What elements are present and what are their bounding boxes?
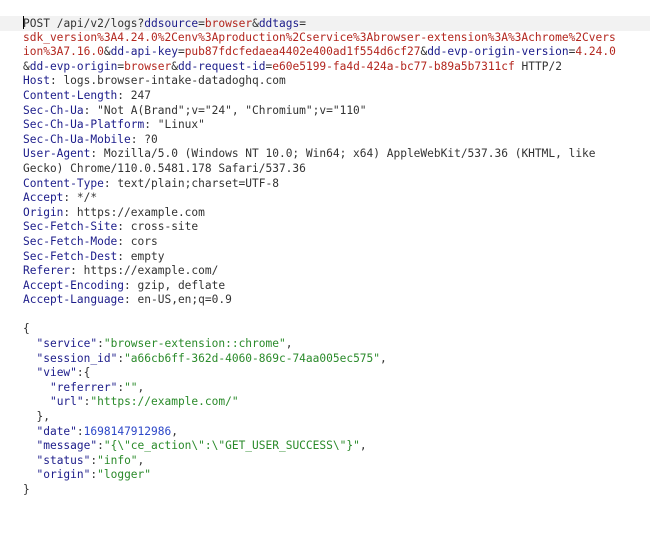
header-value: 247 <box>130 88 151 102</box>
json-key: "origin" <box>36 468 91 482</box>
json-value: "a66cb6ff-362d-4060-869c-74aa005ec575" <box>124 351 381 365</box>
param-value-ddtags-part2: ion%3A7.16.0 <box>23 45 104 59</box>
header-value: cross-site <box>130 220 199 234</box>
param-key-ddtags: ddtags <box>258 17 300 30</box>
json-key: "date" <box>36 424 77 438</box>
header-name: Host <box>23 74 50 88</box>
header-name: Sec-Fetch-Site <box>23 220 118 234</box>
header-accept: Accept: */* <box>23 191 98 205</box>
header-origin: Origin: https://example.com <box>23 205 205 219</box>
json-value: "info" <box>97 453 138 467</box>
param-value-ddtags-part1: sdk_version%3A4.24.0%2Cenv%3Aproduction%… <box>23 30 616 44</box>
param-key-dd-request-id: dd-request-id <box>177 59 266 73</box>
header-name: Accept-Language <box>23 293 125 307</box>
param-value-dd-api-key: pub87fdcfedaea4402e400ad1f554d6cf27 <box>184 45 421 59</box>
header-name: Sec-Fetch-Dest <box>23 249 118 263</box>
header-name: Sec-Fetch-Mode <box>23 234 118 248</box>
json-key: "service" <box>36 337 98 351</box>
header-value: gzip, deflate <box>137 278 226 292</box>
header-host: Host: logs.browser-intake-datadoghq.com <box>23 74 286 88</box>
param-key-dd-evp-origin: dd-evp-origin <box>29 59 118 73</box>
http-request-editor[interactable]: POST /api/v2/logs?ddsource=browser&ddtag… <box>0 0 650 536</box>
json-view-close: }, <box>36 410 50 424</box>
param-value-dd-evp-origin-version: 4.24.0 <box>575 45 616 59</box>
json-key: "message" <box>36 439 98 453</box>
json-key: "referrer" <box>49 380 118 394</box>
request-path: /api/v2/logs? <box>56 17 145 30</box>
header-value: https://example.com <box>76 205 205 219</box>
param-key-ddsource: ddsource <box>144 17 199 30</box>
json-field-status: "status":"info", <box>36 453 145 467</box>
param-key-dd-api-key: dd-api-key <box>110 45 178 59</box>
json-key: "status" <box>36 453 91 467</box>
header-sec-ch-ua: Sec-Ch-Ua: "Not A(Brand";v="24", "Chromi… <box>23 103 367 117</box>
header-sec-fetch-site: Sec-Fetch-Site: cross-site <box>23 220 199 234</box>
header-value: "Not A(Brand";v="24", "Chromium";v="110" <box>97 103 367 117</box>
json-close-brace: } <box>23 483 30 496</box>
json-value: "https://example.com/" <box>90 395 239 409</box>
header-user-agent-continued: Gecko) Chrome/110.0.5481.178 Safari/537.… <box>0 162 650 177</box>
json-value: "{\"ce_action\":\"GET_USER_SUCCESS\"}" <box>103 439 360 453</box>
param-value-dd-request-id: e60e5199-fa4d-424a-bc77-b89a5b7311cf <box>272 59 515 73</box>
header-sec-fetch-dest: Sec-Fetch-Dest: empty <box>23 249 165 263</box>
header-value: Gecko) Chrome/110.0.5481.178 Safari/537.… <box>23 161 306 175</box>
json-field-message: "message":"{\"ce_action\":\"GET_USER_SUC… <box>36 439 367 453</box>
header-name: Origin <box>23 205 64 219</box>
header-value: Mozilla/5.0 (Windows NT 10.0; Win64; x64… <box>103 147 596 161</box>
header-content-length: Content-Length: 247 <box>23 88 151 102</box>
param-key-dd-evp-origin-version: dd-evp-origin-version <box>427 45 569 59</box>
header-name: Content-Length <box>23 88 118 102</box>
json-field-origin: "origin":"logger" <box>36 468 152 482</box>
header-name: Accept <box>23 191 64 205</box>
header-name: Sec-Ch-Ua <box>23 103 84 117</box>
json-field-session-id: "session_id":"a66cb6ff-362d-4060-869c-74… <box>36 351 387 365</box>
header-value: text/plain;charset=UTF-8 <box>117 176 279 190</box>
header-name: Accept-Encoding <box>23 278 125 292</box>
json-field-view: "view":{ <box>36 366 91 380</box>
header-name: Referer <box>23 264 71 278</box>
json-value: "logger" <box>97 468 152 482</box>
json-key: "view" <box>36 366 77 380</box>
json-key: "url" <box>49 395 84 409</box>
request-line-wrap-3: &dd-evp-origin=browser&dd-request-id=e60… <box>23 59 562 73</box>
json-open-brace: { <box>23 322 30 336</box>
header-sec-ch-ua-mobile: Sec-Ch-Ua-Mobile: ?0 <box>23 132 158 146</box>
header-value: "Linux" <box>157 118 205 132</box>
param-value-ddsource: browser <box>204 17 253 30</box>
http-method: POST <box>23 17 50 30</box>
request-line-wrap-1: sdk_version%3A4.24.0%2Cenv%3Aproduction%… <box>0 31 650 46</box>
json-value: "" <box>124 380 138 394</box>
header-sec-fetch-mode: Sec-Fetch-Mode: cors <box>23 234 158 248</box>
header-value: en-US,en;q=0.9 <box>137 293 232 307</box>
param-value-dd-evp-origin: browser <box>124 59 172 73</box>
header-value: */* <box>76 191 98 205</box>
json-field-date: "date":1698147912986, <box>36 424 178 438</box>
request-line-wrap-2: ion%3A7.16.0&dd-api-key=pub87fdcfedaea44… <box>23 45 616 59</box>
header-value: empty <box>130 249 165 263</box>
header-accept-language: Accept-Language: en-US,en;q=0.9 <box>23 293 232 307</box>
header-referer: Referer: https://example.com/ <box>23 264 219 278</box>
header-name: Sec-Ch-Ua-Mobile <box>23 132 131 146</box>
json-field-view-referrer: "referrer":"", <box>49 380 145 394</box>
header-value: ?0 <box>144 132 158 146</box>
header-name: Sec-Ch-Ua-Platform <box>23 118 145 132</box>
header-content-type: Content-Type: text/plain;charset=UTF-8 <box>23 176 279 190</box>
json-key: "session_id" <box>36 351 118 365</box>
header-value: https://example.com/ <box>83 264 219 278</box>
http-protocol: HTTP/2 <box>521 59 562 73</box>
json-field-service: "service":"browser-extension::chrome", <box>36 337 293 351</box>
header-accept-encoding: Accept-Encoding: gzip, deflate <box>23 278 226 292</box>
header-name: User-Agent <box>23 147 91 161</box>
request-line: POST /api/v2/logs?ddsource=browser&ddtag… <box>0 16 650 31</box>
header-value: logs.browser-intake-datadoghq.com <box>63 74 286 88</box>
json-field-view-url: "url":"https://example.com/" <box>49 395 239 409</box>
header-user-agent: User-Agent: Mozilla/5.0 (Windows NT 10.0… <box>23 147 596 161</box>
json-value: 1698147912986 <box>83 424 172 438</box>
header-name: Content-Type <box>23 176 104 190</box>
header-sec-ch-ua-platform: Sec-Ch-Ua-Platform: "Linux" <box>23 118 205 132</box>
header-value: cors <box>130 234 158 248</box>
json-value: "browser-extension::chrome" <box>103 337 286 351</box>
